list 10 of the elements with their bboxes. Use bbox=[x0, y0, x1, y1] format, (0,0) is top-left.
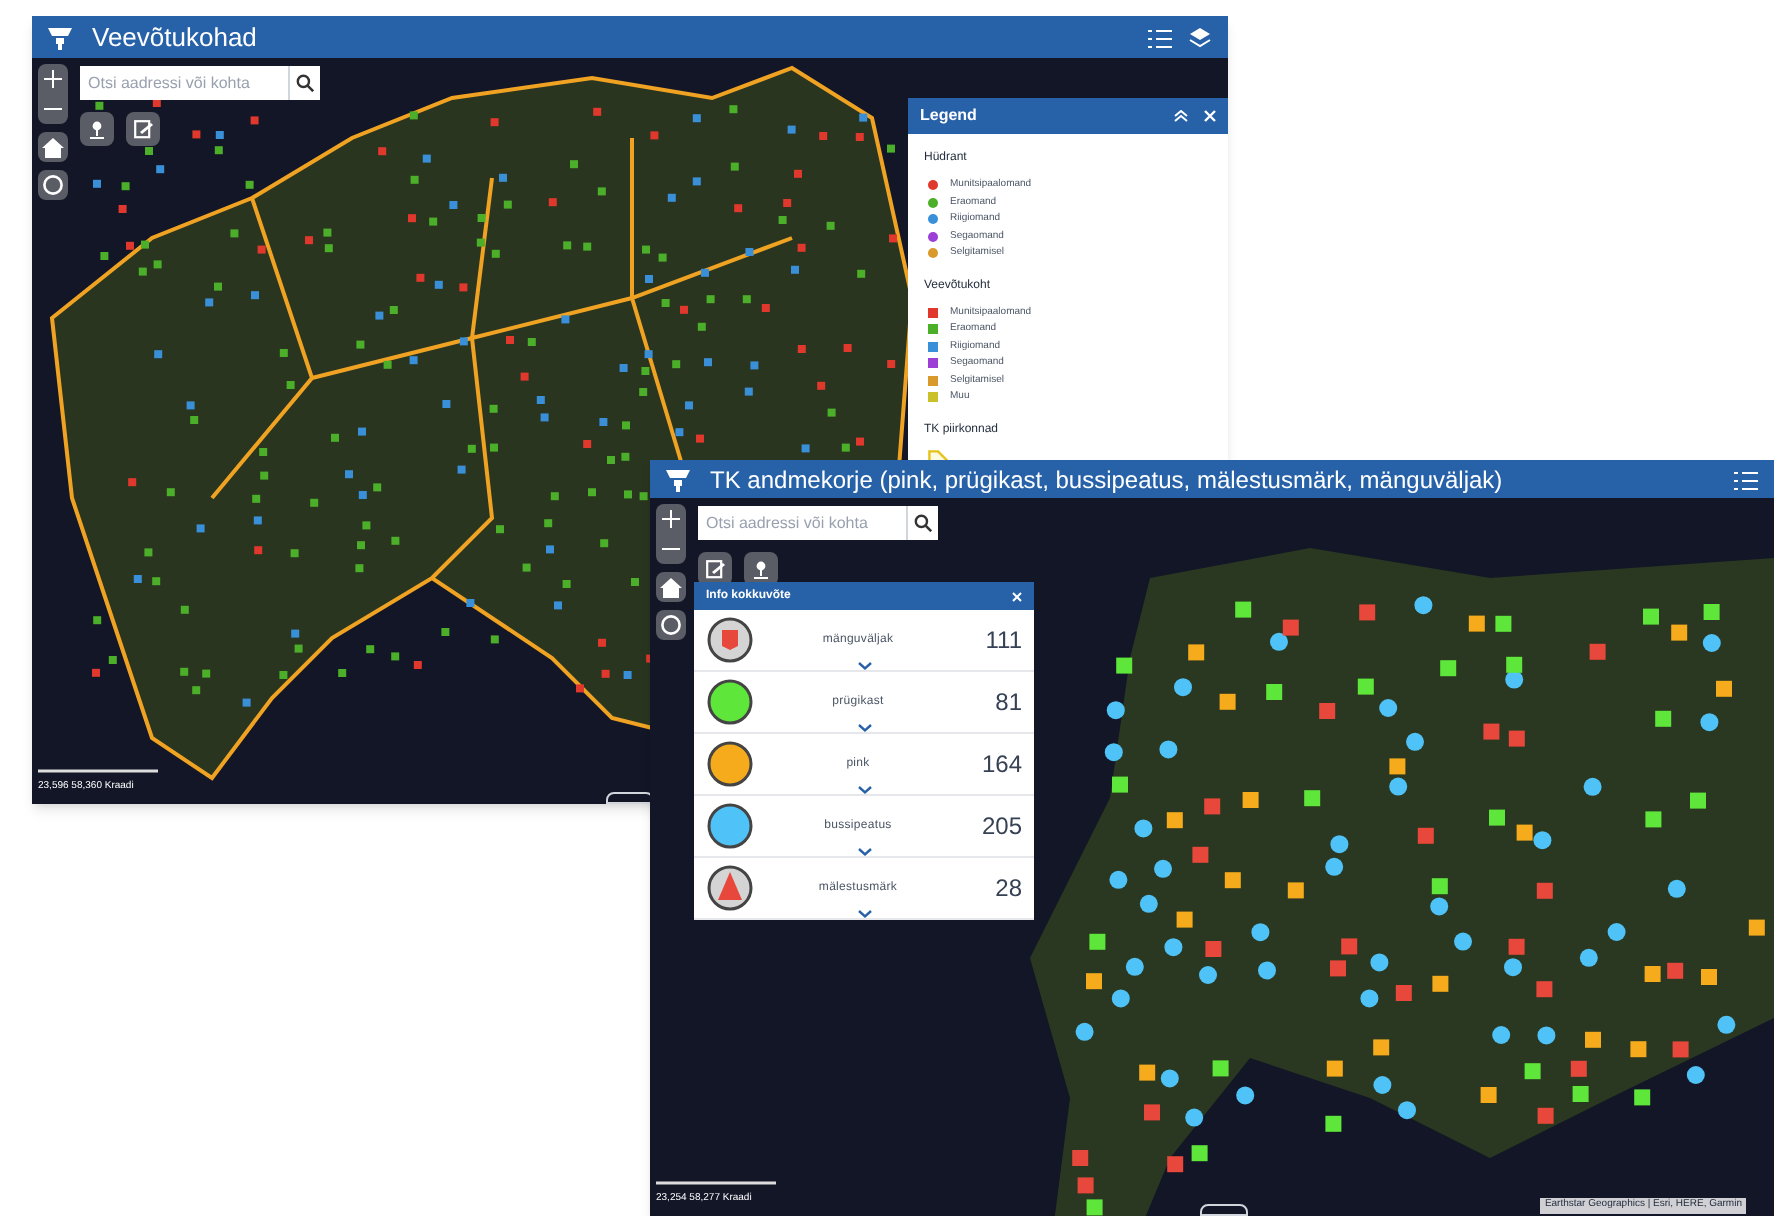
category-count: 164 bbox=[979, 748, 1022, 782]
category-count: 205 bbox=[979, 810, 1022, 844]
window-title: TK andmekorje (pink, prügikast, bussipeatus, mälestusmärk, mänguväljak) bbox=[710, 463, 1503, 497]
search-field[interactable]: Otsi aadressi või kohta bbox=[698, 506, 906, 540]
category-count: 111 bbox=[983, 624, 1022, 658]
category-count: 28 bbox=[993, 872, 1022, 906]
panel-title: Legend bbox=[920, 104, 977, 128]
category-count: 81 bbox=[993, 686, 1022, 720]
search-field[interactable]: Otsi aadressi või kohta bbox=[80, 66, 288, 100]
window-title: Veevõtukohad bbox=[92, 19, 257, 56]
